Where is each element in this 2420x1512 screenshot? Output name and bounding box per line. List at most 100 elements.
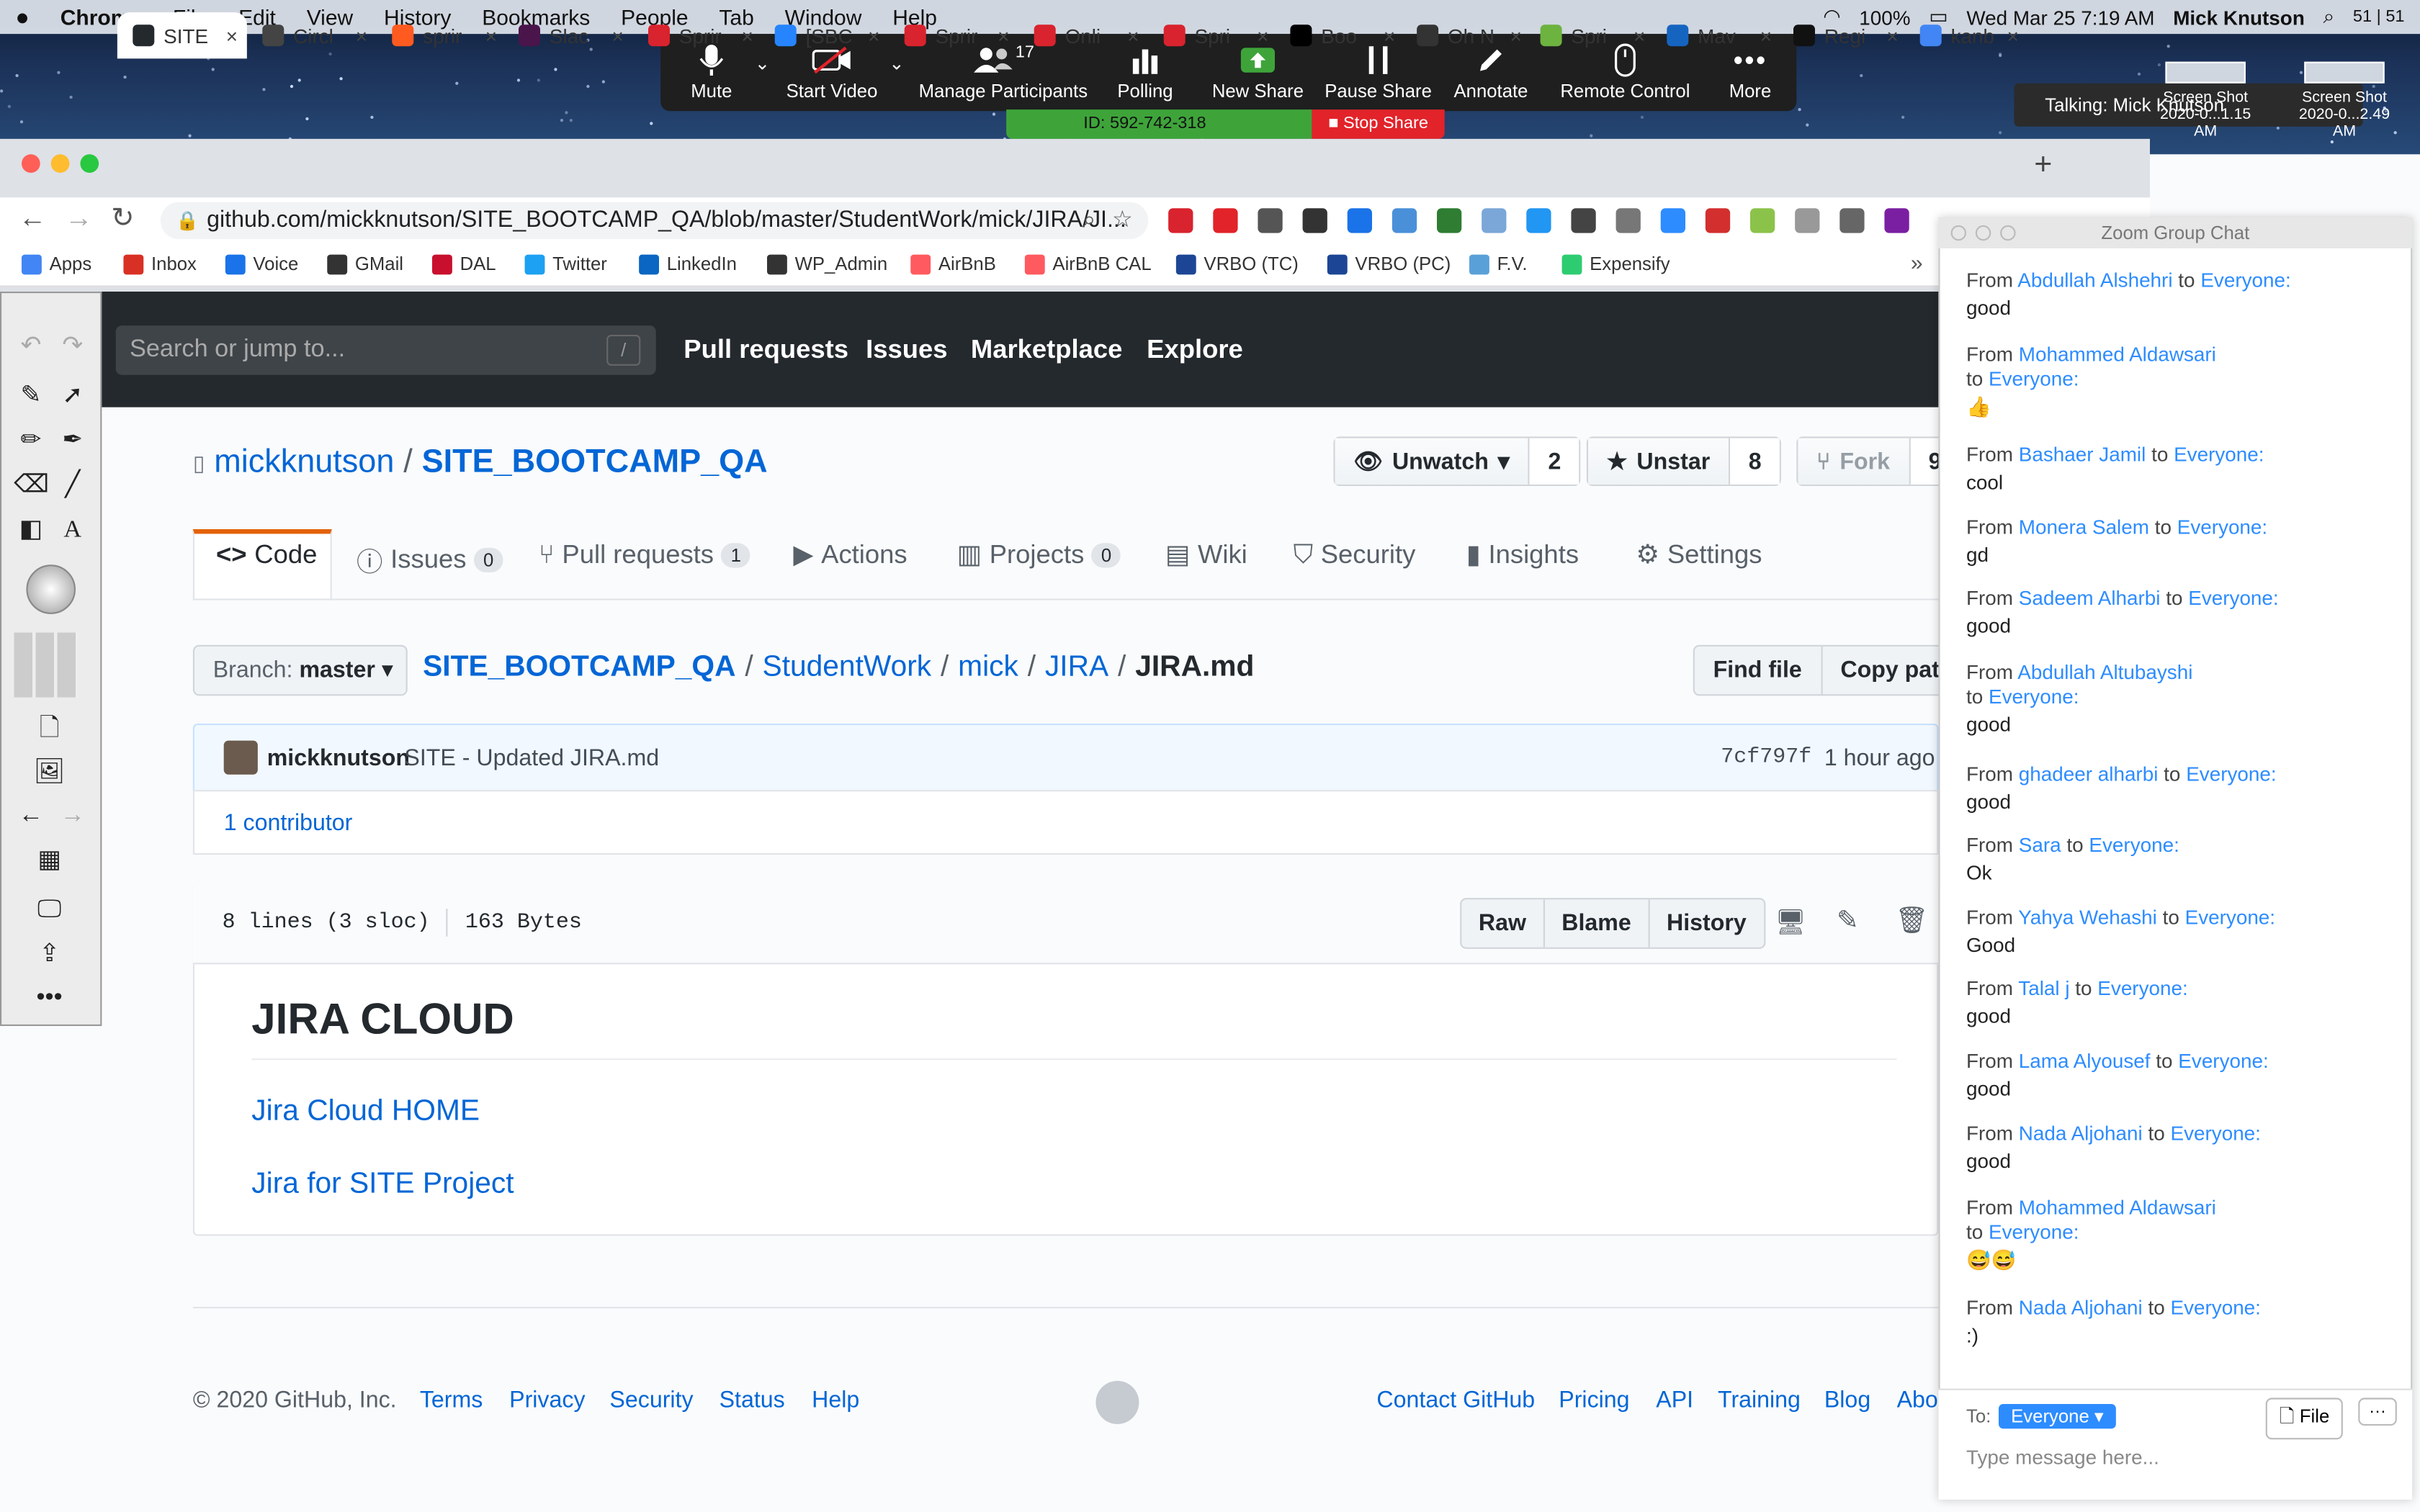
raw-button[interactable]: Raw (1461, 899, 1545, 948)
desktop-icon[interactable]: 🖥 (1775, 907, 1806, 938)
tab-close-icon[interactable]: × (1634, 24, 1645, 47)
new-page-icon[interactable]: 🗋 (32, 713, 66, 747)
browser-tab[interactable]: kanb × (1904, 12, 2027, 58)
chat-sender-name[interactable]: Nada Aljohani (2019, 1122, 2143, 1145)
chat-sender-name[interactable]: Mohammed Aldawsari (2019, 1196, 2216, 1219)
unwatch-button[interactable]: 👁 Unwatch ▾ (1335, 438, 1530, 485)
chat-recipient-name[interactable]: Everyone: (1989, 685, 2079, 708)
bookmark-item[interactable]: AirBnB CAL (1024, 253, 1152, 274)
chat-more-button[interactable]: ··· (2358, 1398, 2397, 1426)
tab-security[interactable]: ⛉ Security (1294, 540, 1416, 571)
extension-icon[interactable] (1571, 208, 1596, 233)
extension-icon[interactable] (1884, 208, 1909, 233)
chat-close-button[interactable] (1950, 225, 1966, 241)
stop-share-button[interactable]: ■ Stop Share (1312, 109, 1445, 139)
browser-tab[interactable]: Slac × (503, 12, 633, 58)
footer-help[interactable]: Help (812, 1387, 859, 1413)
back-arrow-icon[interactable]: ← (19, 202, 47, 235)
chat-minimize-button[interactable] (1975, 225, 1991, 241)
jira-cloud-home-link[interactable]: Jira Cloud HOME (251, 1095, 480, 1129)
chat-sender-name[interactable]: Monera Salem (2019, 516, 2149, 539)
chat-recipient-name[interactable]: Everyone: (2186, 762, 2276, 786)
highlighter-tool-icon[interactable]: ✒ (55, 424, 89, 458)
select-arrow-icon[interactable]: ➚ (55, 379, 89, 413)
bookmark-item[interactable]: Twitter (524, 253, 607, 274)
chat-recipient-name[interactable]: Everyone: (2097, 976, 2187, 999)
tab-settings[interactable]: ⚙ Settings (1636, 540, 1762, 571)
tab-projects[interactable]: ▥ Projects 0 (957, 540, 1121, 571)
chat-recipient-name[interactable]: Everyone: (2177, 516, 2267, 539)
color-picker-icon[interactable] (26, 564, 76, 614)
spotlight-search-icon[interactable]: ⌕ (2323, 4, 2335, 29)
whiteboard-icon[interactable]: 🖵 (32, 894, 66, 927)
chat-recipient-name[interactable]: Everyone: (2170, 1122, 2260, 1145)
chat-recipient-name[interactable]: Everyone: (2178, 1049, 2268, 1072)
tab-close-icon[interactable]: × (1384, 24, 1395, 47)
repo-owner-link[interactable]: mickknutson (214, 444, 394, 481)
chat-sender-name[interactable]: Nada Aljohani (2019, 1296, 2143, 1319)
repo-name-link[interactable]: SITE_BOOTCAMP_QA (422, 444, 768, 481)
watchers-count[interactable]: 2 (1529, 438, 1580, 485)
extension-icon[interactable] (1258, 208, 1283, 233)
chat-message-input[interactable]: Type message here... (1966, 1446, 2159, 1469)
extension-icon[interactable] (1213, 208, 1238, 233)
avatar[interactable] (223, 740, 258, 775)
tab-close-icon[interactable]: × (998, 24, 1009, 47)
tab-insights[interactable]: ▮ Insights (1466, 540, 1579, 571)
previous-page-icon[interactable]: ← (14, 799, 48, 833)
chat-recipient-name[interactable]: Everyone: (1989, 1220, 2079, 1243)
tab-close-icon[interactable]: × (1257, 24, 1268, 47)
footer-pricing[interactable]: Pricing (1559, 1387, 1629, 1413)
line-tool-icon[interactable]: ╱ (55, 469, 89, 503)
chat-recipient-name[interactable]: Everyone: (2089, 833, 2179, 856)
extension-icon[interactable] (1750, 208, 1775, 233)
chat-recipient-name[interactable]: Everyone: (2174, 443, 2264, 466)
history-button[interactable]: History (1649, 899, 1763, 947)
tab-pull-requests[interactable]: ⑂ Pull requests 1 (539, 540, 750, 571)
browser-tab[interactable]: sprir × (377, 12, 506, 58)
desktop-screenshot-file-2[interactable]: Screen Shot 2020-0...2.49 AM (2290, 61, 2398, 140)
spotlight-tool-icon[interactable]: ✎ (14, 379, 48, 413)
address-bar[interactable]: 🔒 github.com/mickknutson/SITE_BOOTCAMP_Q… (160, 202, 1149, 240)
chat-zoom-button[interactable] (2000, 225, 2016, 241)
browser-tab[interactable]: Sprir × (633, 12, 763, 58)
apple-icon[interactable]: ● (15, 4, 29, 30)
chat-sender-name[interactable]: Abdullah Altubayshi (2017, 660, 2192, 683)
nav-issues[interactable]: Issues (866, 335, 947, 366)
chat-sender-name[interactable]: Talal j (2018, 976, 2069, 999)
extension-icon[interactable] (1839, 208, 1865, 233)
save-image-icon[interactable]: 🖼 (32, 756, 66, 790)
chat-recipient-name[interactable]: Everyone: (2188, 586, 2278, 609)
text-tool-icon[interactable]: A (55, 514, 89, 548)
blame-button[interactable]: Blame (1545, 899, 1650, 948)
browser-tab[interactable]: Spri × (1525, 12, 1654, 58)
zoom-magnifier-icon[interactable]: ⌕ (1083, 202, 1095, 239)
nav-pull-requests[interactable]: Pull requests (684, 335, 848, 366)
extension-icon[interactable] (1615, 208, 1641, 233)
footer-privacy[interactable]: Privacy (509, 1387, 585, 1413)
stamp-grid-icon[interactable] (14, 632, 79, 698)
browser-tab[interactable]: Regi × (1778, 12, 1908, 58)
browser-tab[interactable]: [SBC × (759, 12, 889, 58)
bookmark-star-icon[interactable]: ☆ (1112, 202, 1133, 239)
chat-recipient-name[interactable]: Everyone: (2200, 269, 2290, 292)
bookmark-item[interactable]: VRBO (PC) (1327, 253, 1451, 274)
bookmark-item[interactable]: F.V. (1469, 253, 1528, 274)
extension-icon[interactable] (1482, 208, 1507, 233)
tab-wiki[interactable]: ▤ Wiki (1165, 540, 1247, 571)
tab-code[interactable]: <> Code (216, 540, 317, 571)
browser-tab[interactable]: Oh N × (1402, 12, 1531, 58)
bookmark-item[interactable]: Expensify (1561, 253, 1670, 274)
extension-icon[interactable] (1526, 208, 1551, 233)
forward-arrow-icon[interactable]: → (65, 202, 93, 235)
chat-sender-name[interactable]: Sadeem Alharbi (2019, 586, 2161, 609)
tab-close-icon[interactable]: × (1760, 24, 1772, 47)
commit-author[interactable]: mickknutson (267, 745, 410, 771)
undo-icon[interactable]: ↶ (14, 330, 48, 364)
bookmark-item[interactable]: DAL (432, 253, 496, 274)
next-page-icon[interactable]: → (55, 799, 89, 833)
browser-tab[interactable]: Circl × (247, 12, 377, 58)
footer-status[interactable]: Status (720, 1387, 785, 1413)
bookmark-item[interactable]: AirBnB (910, 253, 996, 274)
browser-tab[interactable]: Sprir × (889, 12, 1018, 58)
